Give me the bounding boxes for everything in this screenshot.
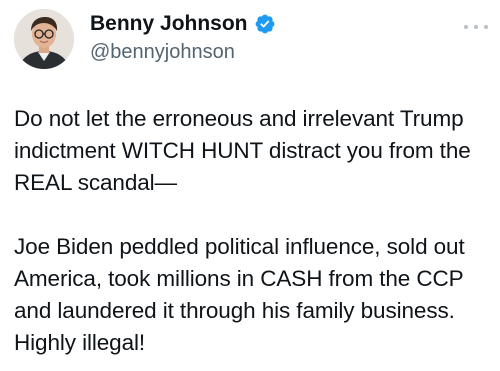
- more-options-icon[interactable]: [464, 20, 488, 34]
- tweet-text: Do not let the erroneous and irrelevant …: [14, 103, 492, 359]
- author-name-row: Benny Johnson: [90, 11, 276, 37]
- display-name[interactable]: Benny Johnson: [90, 11, 248, 37]
- tweet-paragraph: Do not let the erroneous and irrelevant …: [14, 106, 471, 195]
- verified-badge-icon: [254, 13, 276, 35]
- tweet-card: Benny Johnson @bennyjohnson Do not let t…: [0, 0, 500, 371]
- profile-photo-icon: [14, 9, 74, 69]
- tweet-paragraph: Joe Biden peddled political influence, s…: [14, 234, 465, 355]
- avatar[interactable]: [14, 9, 74, 69]
- more-dot: [464, 25, 468, 29]
- author-handle[interactable]: @bennyjohnson: [90, 39, 235, 65]
- more-dot: [484, 25, 488, 29]
- more-dot: [474, 25, 478, 29]
